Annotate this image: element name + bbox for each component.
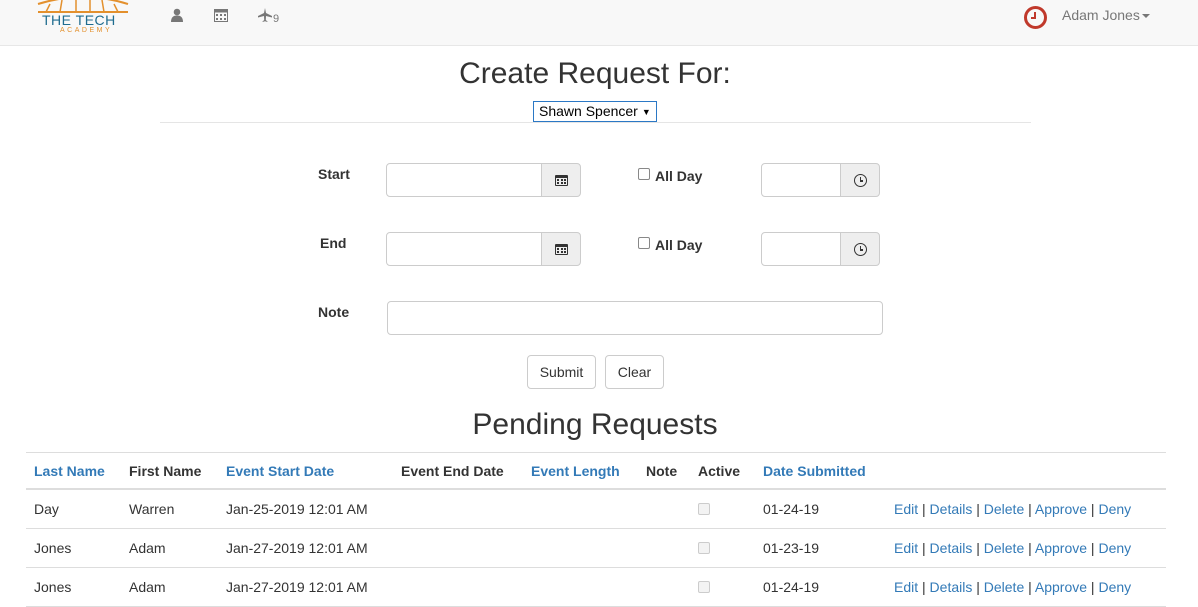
start-date-picker-button[interactable] xyxy=(541,163,581,197)
cell-date-submitted: 01-24-19 xyxy=(763,579,820,595)
approve-link[interactable]: Approve xyxy=(1035,579,1087,595)
dropdown-arrow-icon: ▼ xyxy=(641,107,651,117)
delete-link[interactable]: Delete xyxy=(984,540,1024,556)
edit-link[interactable]: Edit xyxy=(894,579,918,595)
approve-link[interactable]: Approve xyxy=(1035,501,1087,517)
cell-first-name: Adam xyxy=(129,540,166,556)
user-icon[interactable] xyxy=(170,8,184,25)
start-all-day-label: All Day xyxy=(655,168,703,184)
calendar-icon xyxy=(555,175,568,186)
deny-link[interactable]: Deny xyxy=(1098,501,1131,517)
logo-title: THE TECH xyxy=(42,12,116,28)
separator: | xyxy=(972,501,984,517)
end-label: End xyxy=(320,235,347,251)
end-time-input[interactable] xyxy=(761,232,841,266)
separator: | xyxy=(918,501,930,517)
time-icon xyxy=(854,174,867,187)
submit-button[interactable]: Submit xyxy=(527,355,596,389)
calendar-icon xyxy=(555,244,568,255)
clock-icon[interactable] xyxy=(1024,6,1047,29)
separator: | xyxy=(972,579,984,595)
end-all-day-label: All Day xyxy=(655,237,703,253)
time-icon xyxy=(854,243,867,256)
table-row: Jones Adam Jan-27-2019 12:01 AM 01-23-19 Edi… xyxy=(26,529,1166,568)
header-last-name[interactable]: Last Name xyxy=(34,463,105,479)
header-first-name: First Name xyxy=(129,463,202,479)
start-date-input[interactable] xyxy=(386,163,542,197)
header-event-end-date: Event End Date xyxy=(401,463,504,479)
caret-down-icon xyxy=(1141,14,1150,19)
clear-button[interactable]: Clear xyxy=(605,355,664,389)
row-actions: Edit | Details | Delete | Approve | Deny xyxy=(894,501,1131,517)
edit-link[interactable]: Edit xyxy=(894,540,918,556)
separator: | xyxy=(1024,540,1035,556)
approve-link[interactable]: Approve xyxy=(1035,540,1087,556)
note-label: Note xyxy=(318,304,350,320)
start-all-day-checkbox[interactable] xyxy=(638,168,650,180)
tech-academy-logo[interactable]: THE TECH ACADEMY xyxy=(36,0,130,38)
row-actions: Edit | Details | Delete | Approve | Deny xyxy=(894,579,1131,595)
cell-last-name: Day xyxy=(34,501,59,517)
active-checkbox xyxy=(698,503,710,515)
separator: | xyxy=(1024,501,1035,517)
selected-employee: Shawn Spencer xyxy=(539,103,638,119)
top-navbar: THE TECH ACADEMY 9 Adam Jones xyxy=(0,0,1198,46)
note-input[interactable] xyxy=(387,301,883,335)
header-note: Note xyxy=(646,463,678,479)
end-time-picker-button[interactable] xyxy=(840,232,880,266)
notification-count: 9 xyxy=(273,13,280,25)
pending-requests-title: Pending Requests xyxy=(472,408,718,441)
end-date-input[interactable] xyxy=(386,232,542,266)
details-link[interactable]: Details xyxy=(930,501,973,517)
start-time-input[interactable] xyxy=(761,163,841,197)
end-all-day-checkbox[interactable] xyxy=(638,237,650,249)
separator: | xyxy=(1087,540,1099,556)
divider xyxy=(160,122,1031,123)
calendar-icon[interactable] xyxy=(214,8,228,25)
details-link[interactable]: Details xyxy=(930,540,973,556)
cell-last-name: Jones xyxy=(34,540,72,556)
user-menu-dropdown[interactable]: Adam Jones xyxy=(1062,7,1150,23)
separator: | xyxy=(1087,579,1099,595)
table-row: Day Warren Jan-25-2019 12:01 AM 01-24-19 Edi… xyxy=(26,490,1166,529)
cell-event-start-date: Jan-27-2019 12:01 AM xyxy=(226,579,368,595)
logo-subtitle: ACADEMY xyxy=(60,27,113,34)
deny-link[interactable]: Deny xyxy=(1098,579,1131,595)
delete-link[interactable]: Delete xyxy=(984,579,1024,595)
separator: | xyxy=(1024,579,1035,595)
active-checkbox xyxy=(698,542,710,554)
cell-first-name: Warren xyxy=(129,501,175,517)
header-event-start-date[interactable]: Event Start Date xyxy=(226,463,334,479)
start-label: Start xyxy=(318,166,350,182)
end-date-picker-button[interactable] xyxy=(541,232,581,266)
cell-event-start-date: Jan-27-2019 12:01 AM xyxy=(226,540,368,556)
deny-link[interactable]: Deny xyxy=(1098,540,1131,556)
header-event-length[interactable]: Event Length xyxy=(531,463,620,479)
user-name: Adam Jones xyxy=(1062,7,1140,23)
employee-select[interactable]: Shawn Spencer ▼ xyxy=(533,101,657,122)
cell-first-name: Adam xyxy=(129,579,166,595)
start-time-picker-button[interactable] xyxy=(840,163,880,197)
cell-date-submitted: 01-23-19 xyxy=(763,540,820,556)
separator: | xyxy=(918,540,930,556)
separator: | xyxy=(972,540,984,556)
header-active: Active xyxy=(698,463,741,479)
header-date-submitted[interactable]: Date Submitted xyxy=(763,463,866,479)
page-title: Create Request For: xyxy=(459,57,731,90)
table-top-border xyxy=(26,452,1166,453)
row-actions: Edit | Details | Delete | Approve | Deny xyxy=(894,540,1131,556)
separator: | xyxy=(918,579,930,595)
details-link[interactable]: Details xyxy=(930,579,973,595)
cell-date-submitted: 01-24-19 xyxy=(763,501,820,517)
cell-event-start-date: Jan-25-2019 12:01 AM xyxy=(226,501,368,517)
table-row: Jones Adam Jan-27-2019 12:01 AM 01-24-19 Edi… xyxy=(26,568,1166,607)
edit-link[interactable]: Edit xyxy=(894,501,918,517)
plane-icon[interactable]: 9 xyxy=(258,8,279,25)
separator: | xyxy=(1087,501,1099,517)
delete-link[interactable]: Delete xyxy=(984,501,1024,517)
active-checkbox xyxy=(698,581,710,593)
cell-last-name: Jones xyxy=(34,579,72,595)
